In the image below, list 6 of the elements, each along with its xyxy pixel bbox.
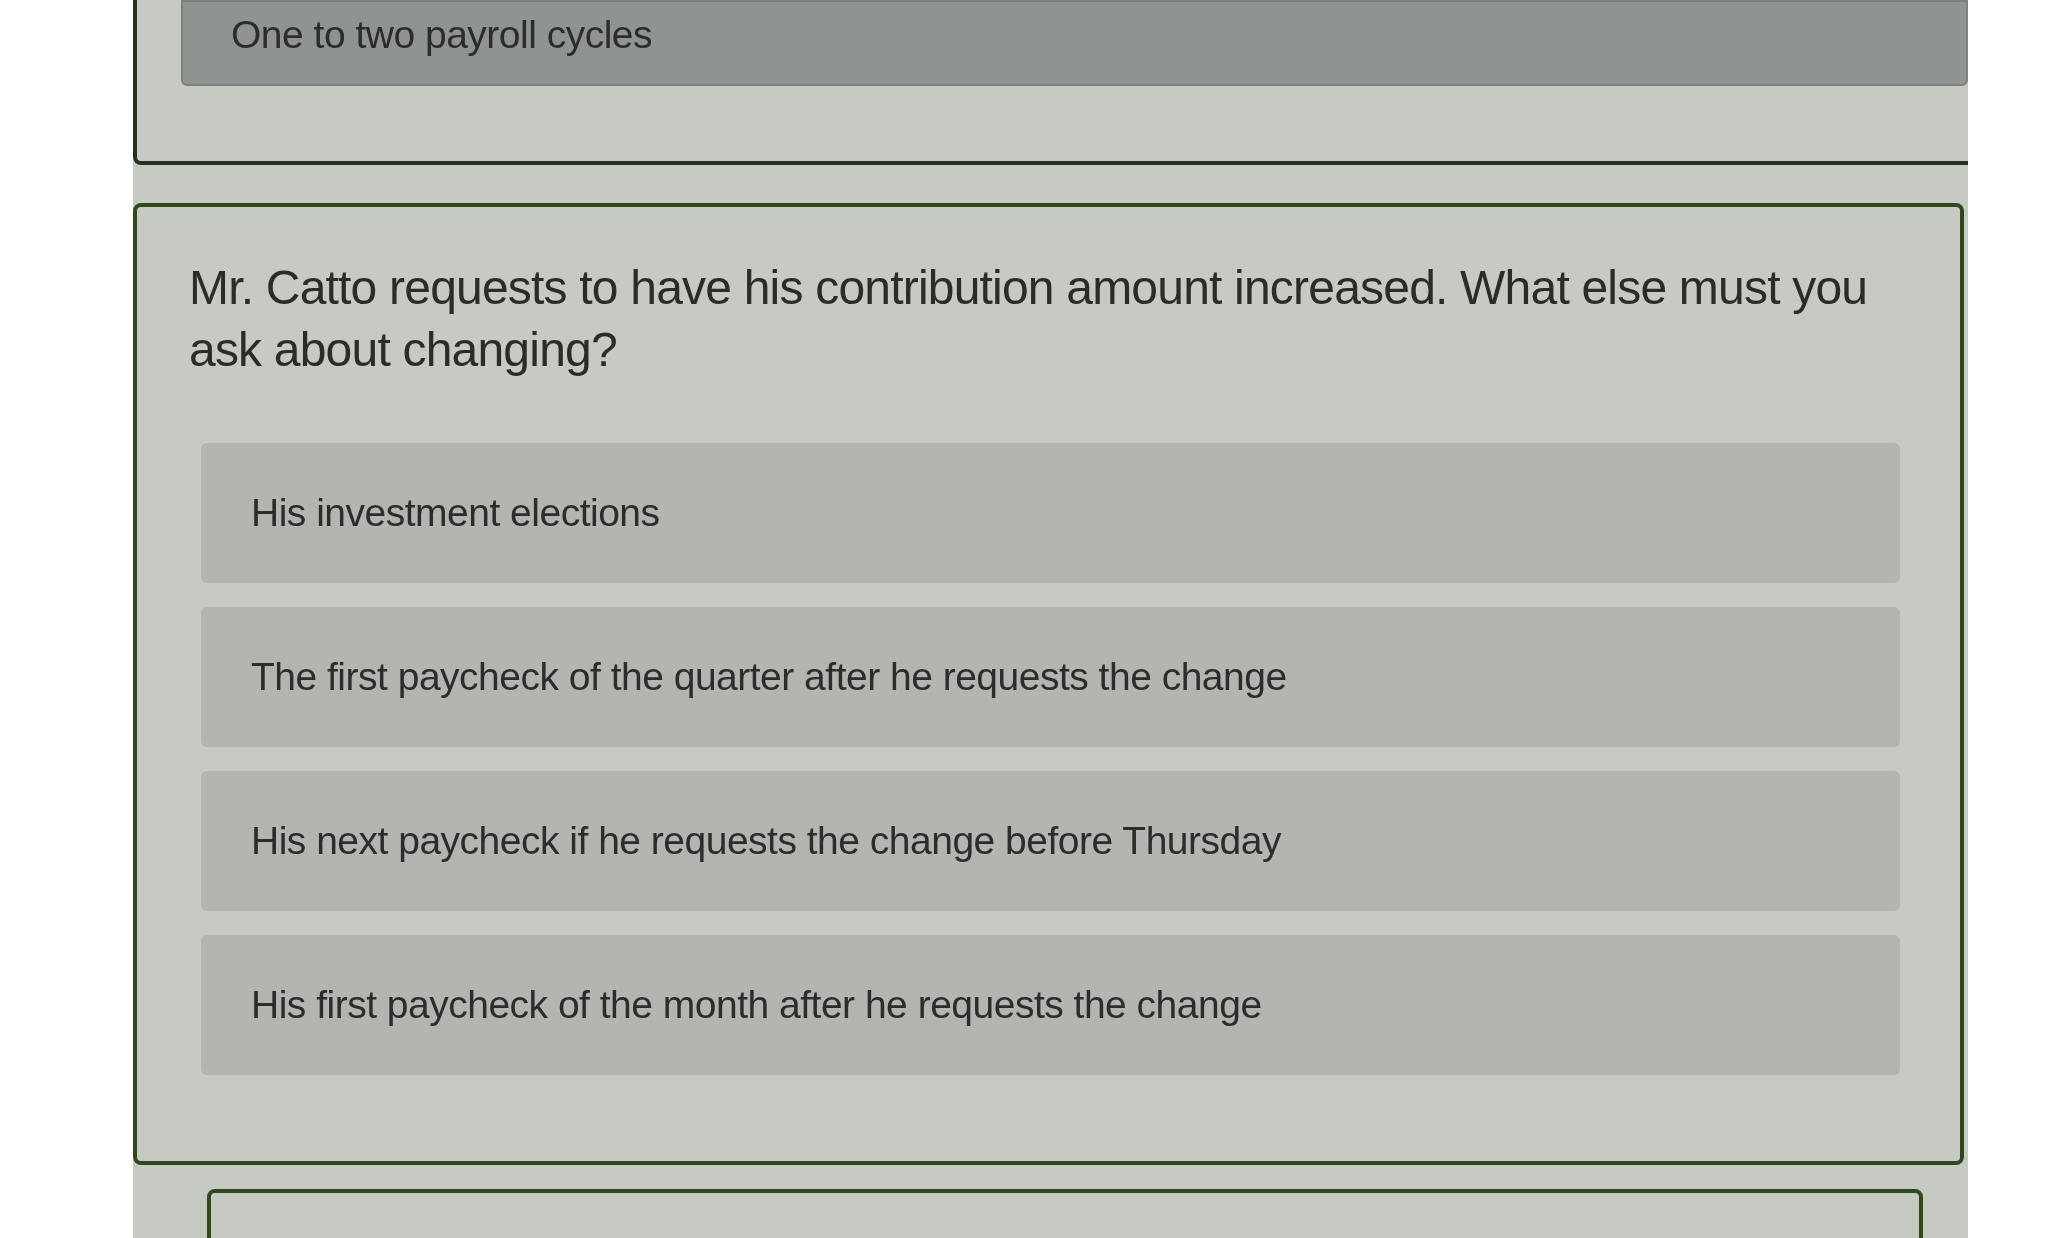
answer-option[interactable]: The first paycheck of the quarter after he requests the change xyxy=(201,607,1900,747)
answer-option[interactable]: His investment elections xyxy=(201,443,1900,583)
answer-option[interactable]: His first paycheck of the month after he requests the change xyxy=(201,935,1900,1075)
question-text: Mr. Catto requests to have his contribution amount increased. What else must you ask about changing? xyxy=(189,260,1869,378)
answer-option[interactable]: One to two payroll cycles xyxy=(181,0,1968,86)
answer-option[interactable]: His next paycheck if he requests the change before Thursday xyxy=(201,771,1900,911)
